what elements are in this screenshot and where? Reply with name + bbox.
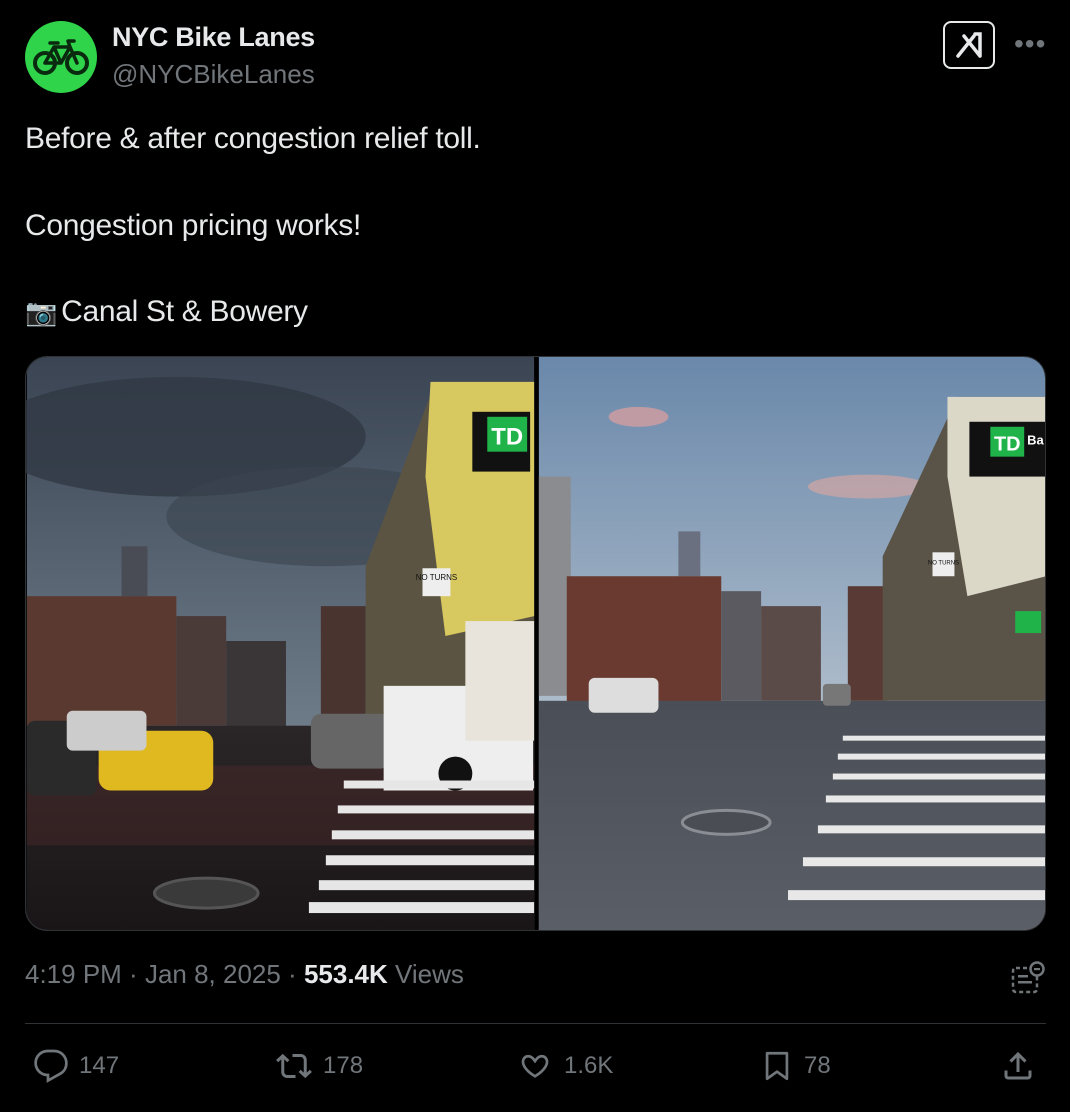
- divider: [25, 1023, 1046, 1024]
- repost-count: 178: [323, 1052, 364, 1079]
- camera-icon: 📷: [25, 296, 58, 327]
- tweet-media[interactable]: TD NO TURNS TD Ba NO TURNS: [25, 356, 1046, 931]
- like-button[interactable]: 1.6K: [516, 1048, 613, 1084]
- meta-separator: ·: [280, 959, 304, 989]
- tweet-time[interactable]: 4:19 PM: [25, 959, 122, 989]
- after-photo[interactable]: TD Ba NO TURNS: [538, 357, 1046, 930]
- td-logo-left: TD: [491, 424, 523, 451]
- bicycle-icon: [33, 39, 89, 75]
- bookmark-button[interactable]: 78: [760, 1048, 831, 1084]
- tweet-date[interactable]: Jan 8, 2025: [145, 959, 281, 989]
- grok-icon: [956, 32, 982, 58]
- meta-separator: ·: [121, 959, 145, 989]
- like-count: 1.6K: [564, 1052, 614, 1079]
- no-turns-sign-right: NO TURNS: [928, 560, 959, 566]
- bookmark-count: 78: [804, 1052, 831, 1079]
- grok-button[interactable]: [943, 21, 995, 69]
- before-photo[interactable]: TD NO TURNS: [26, 357, 535, 930]
- reply-count: 147: [79, 1052, 120, 1079]
- no-turns-sign-left: NO TURNS: [416, 573, 457, 582]
- reply-button[interactable]: 147: [33, 1048, 119, 1084]
- repost-icon: [276, 1053, 312, 1079]
- share-button[interactable]: [1000, 1048, 1036, 1084]
- repost-button[interactable]: 178: [275, 1048, 363, 1084]
- td-bank-text-right: Ba: [1027, 433, 1044, 448]
- views-count: 553.4K: [303, 959, 388, 989]
- location-text: Canal St & Bowery: [61, 295, 308, 328]
- tweet-text-line-3: 📷 Canal St & Bowery: [25, 295, 308, 329]
- td-logo-right: TD: [994, 434, 1021, 456]
- reply-icon: [34, 1049, 68, 1083]
- tweet-text-line-1: Before & after congestion relief toll.: [25, 122, 481, 155]
- author-handle[interactable]: @NYCBikeLanes: [112, 59, 315, 90]
- tweet-text-line-2: Congestion pricing works!: [25, 209, 361, 242]
- share-icon: [1004, 1051, 1032, 1080]
- analytics-icon[interactable]: [1010, 960, 1046, 996]
- views-label: Views: [387, 959, 464, 989]
- avatar[interactable]: [25, 21, 97, 93]
- tweet-meta: 4:19 PM · Jan 8, 2025 · 553.4K Views: [25, 959, 464, 990]
- heart-icon: [521, 1054, 549, 1078]
- bookmark-icon: [765, 1051, 789, 1081]
- author-name[interactable]: NYC Bike Lanes: [112, 22, 315, 53]
- more-options-icon[interactable]: •••: [1014, 28, 1046, 60]
